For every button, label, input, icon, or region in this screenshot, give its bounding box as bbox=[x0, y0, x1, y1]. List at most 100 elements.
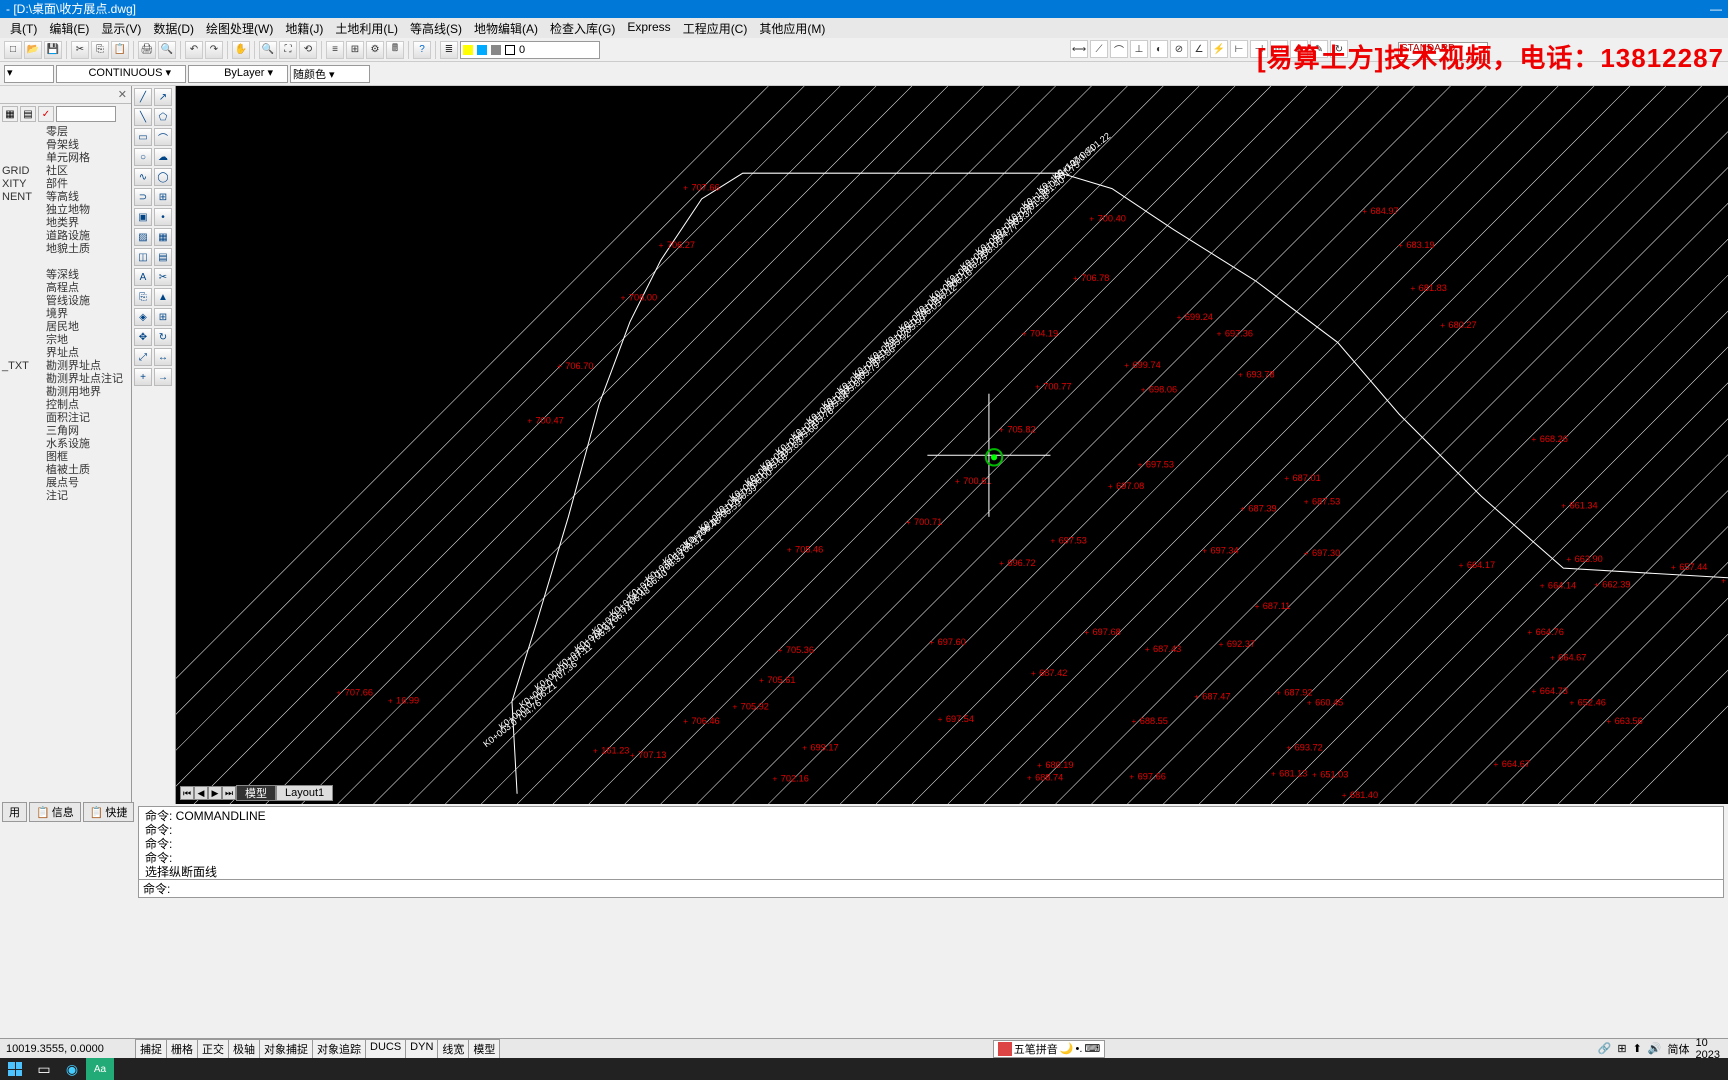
insert-icon[interactable]: ⊞ bbox=[154, 188, 172, 206]
layer-tree-item[interactable]: 植被土质 bbox=[46, 464, 123, 477]
dim-ord-icon[interactable]: ⊥ bbox=[1130, 40, 1148, 58]
mode-toggle[interactable]: DUCS bbox=[365, 1039, 406, 1059]
mode-toggle[interactable]: 线宽 bbox=[437, 1039, 469, 1059]
zoom-rt-icon[interactable]: 🔍 bbox=[259, 41, 277, 59]
layer-tree-item[interactable]: 独立地物 bbox=[46, 204, 123, 217]
new-icon[interactable]: □ bbox=[4, 41, 22, 59]
dim-dia-icon[interactable]: ⊘ bbox=[1170, 40, 1188, 58]
layer-tree-item[interactable]: 水系设施 bbox=[46, 438, 123, 451]
layer-tree-item[interactable]: 高程点 bbox=[46, 282, 123, 295]
layer-mgr-icon[interactable]: ≣ bbox=[440, 41, 458, 59]
zoom-prev-icon[interactable]: ⟲ bbox=[299, 41, 317, 59]
dim-base-icon[interactable]: ⊢ bbox=[1230, 40, 1248, 58]
copy-icon[interactable]: ⎘ bbox=[91, 41, 109, 59]
drawing-canvas[interactable]: K0+087.0 708.05K0+084.0 706.25K0+081.0 7… bbox=[176, 86, 1728, 804]
layer-tree-item[interactable]: 居民地 bbox=[46, 321, 123, 334]
region-icon[interactable]: ◫ bbox=[134, 248, 152, 266]
paste-icon[interactable]: 📋 bbox=[111, 41, 129, 59]
panel-btn3-icon[interactable]: ✓ bbox=[38, 106, 54, 122]
menu-item[interactable]: 地籍(J) bbox=[279, 18, 329, 38]
layer-tree-item[interactable]: 勘测界址点注记 bbox=[46, 373, 123, 386]
status-sound-icon[interactable]: 🔊 bbox=[1648, 1042, 1662, 1055]
mtext-icon[interactable]: A bbox=[134, 268, 152, 286]
menu-item[interactable]: 地物编辑(A) bbox=[468, 18, 544, 38]
bycolor-combo[interactable]: 随颜色 ▾ bbox=[290, 65, 370, 83]
print-icon[interactable]: 🖨 bbox=[138, 41, 156, 59]
layer-tree-item[interactable]: 界址点 bbox=[46, 347, 123, 360]
redo-icon[interactable]: ↷ bbox=[205, 41, 223, 59]
rect-icon[interactable]: ▭ bbox=[134, 128, 152, 146]
layer-tree-item[interactable]: 等高线 bbox=[46, 191, 123, 204]
dim-ang-icon[interactable]: ∠ bbox=[1190, 40, 1208, 58]
help-icon[interactable]: ? bbox=[413, 41, 431, 59]
menu-item[interactable]: 具(T) bbox=[4, 18, 43, 38]
task-view-icon[interactable]: ▭ bbox=[30, 1058, 58, 1080]
layer-tree-item[interactable]: 三角网 bbox=[46, 425, 123, 438]
point-icon[interactable]: • bbox=[154, 208, 172, 226]
layer-tree-item[interactable]: 部件 bbox=[46, 178, 123, 191]
lineweight-combo[interactable]: ByLayer ▾ bbox=[188, 65, 288, 83]
minimize-icon[interactable]: — bbox=[1710, 0, 1722, 18]
layer-tree-item[interactable]: 勘测界址点 bbox=[46, 360, 123, 373]
layer-tree-item[interactable]: 勘测用地界 bbox=[46, 386, 123, 399]
mode-toggle[interactable]: 极轴 bbox=[228, 1039, 260, 1059]
dim-arc-icon[interactable]: ⌒ bbox=[1110, 40, 1128, 58]
menu-item[interactable]: 土地利用(L) bbox=[329, 18, 404, 38]
circle-icon[interactable]: ○ bbox=[134, 148, 152, 166]
linetype-combo[interactable]: CONTINUOUS ▾ bbox=[56, 65, 186, 83]
tab-model[interactable]: 模型 bbox=[236, 785, 276, 801]
block-icon[interactable]: ▣ bbox=[134, 208, 152, 226]
mode-toggle[interactable]: DYN bbox=[405, 1039, 438, 1059]
layer-tree-item[interactable]: 管线设施 bbox=[46, 295, 123, 308]
tab-layout1[interactable]: Layout1 bbox=[276, 785, 333, 801]
open-icon[interactable]: 📂 bbox=[24, 41, 42, 59]
mode-toggle[interactable]: 对象追踪 bbox=[312, 1039, 366, 1059]
revcloud-icon[interactable]: ☁ bbox=[154, 148, 172, 166]
color-combo[interactable]: ▾ bbox=[4, 65, 54, 83]
menu-item[interactable]: 工程应用(C) bbox=[677, 18, 754, 38]
status-lang[interactable]: 简体 bbox=[1668, 1041, 1690, 1057]
layer-tree-item[interactable]: 地类界 bbox=[46, 217, 123, 230]
layer-tree-item[interactable]: 社区 bbox=[46, 165, 123, 178]
stretch-icon[interactable]: ↔ bbox=[154, 348, 172, 366]
menu-item[interactable]: Express bbox=[621, 18, 676, 38]
app-cad-icon[interactable]: Aa bbox=[86, 1058, 114, 1080]
menu-item[interactable]: 检查入库(G) bbox=[544, 18, 621, 38]
layer-tree-item[interactable]: 图框 bbox=[46, 451, 123, 464]
mirror-icon[interactable]: ▲ bbox=[154, 288, 172, 306]
panel-close-icon[interactable]: ✕ bbox=[118, 88, 127, 101]
pline-icon[interactable]: ╲ bbox=[134, 108, 152, 126]
ime-indicator[interactable]: 五笔拼音 🌙 •. ⌨ bbox=[993, 1040, 1106, 1058]
scale-icon[interactable]: ⤢ bbox=[134, 348, 152, 366]
layer-combo[interactable]: 0 bbox=[460, 41, 600, 59]
layer-tree-item[interactable]: 骨架线 bbox=[46, 139, 123, 152]
dim-linear-icon[interactable]: ⟷ bbox=[1070, 40, 1088, 58]
layer-tree-item[interactable]: 地貌土质 bbox=[46, 243, 123, 256]
move-icon[interactable]: ✥ bbox=[134, 328, 152, 346]
copy2-icon[interactable]: ⎘ bbox=[134, 288, 152, 306]
mode-toggle[interactable]: 模型 bbox=[468, 1039, 500, 1059]
status-up-icon[interactable]: ⬆ bbox=[1633, 1042, 1642, 1055]
rotate-icon[interactable]: ↻ bbox=[154, 328, 172, 346]
trim-icon[interactable]: + bbox=[134, 368, 152, 386]
tab-shortcut[interactable]: 📋 快捷 bbox=[83, 802, 135, 822]
arc-icon[interactable]: ⌒ bbox=[154, 128, 172, 146]
mode-toggle[interactable]: 对象捕捉 bbox=[259, 1039, 313, 1059]
panel-btn2-icon[interactable]: ▤ bbox=[20, 106, 36, 122]
polygon-icon[interactable]: ⬠ bbox=[154, 108, 172, 126]
menu-item[interactable]: 其他应用(M) bbox=[753, 18, 831, 38]
layer-tree-item[interactable]: 零层 bbox=[46, 126, 123, 139]
table-icon[interactable]: ▤ bbox=[154, 248, 172, 266]
pan-icon[interactable]: ✋ bbox=[232, 41, 250, 59]
sheet-icon[interactable]: ⊞ bbox=[346, 41, 364, 59]
status-link-icon[interactable]: 🔗 bbox=[1598, 1042, 1612, 1055]
menu-item[interactable]: 编辑(E) bbox=[43, 18, 95, 38]
erase-icon[interactable]: ✂ bbox=[154, 268, 172, 286]
hatch-icon[interactable]: ▨ bbox=[134, 228, 152, 246]
layer-tree-item[interactable]: 控制点 bbox=[46, 399, 123, 412]
calc-icon[interactable]: 🖩 bbox=[386, 41, 404, 59]
layer-tree-item[interactable]: 道路设施 bbox=[46, 230, 123, 243]
app-browser-icon[interactable]: ◉ bbox=[58, 1058, 86, 1080]
layer-tree-item[interactable]: 注记 bbox=[46, 490, 123, 503]
array-icon[interactable]: ⊞ bbox=[154, 308, 172, 326]
